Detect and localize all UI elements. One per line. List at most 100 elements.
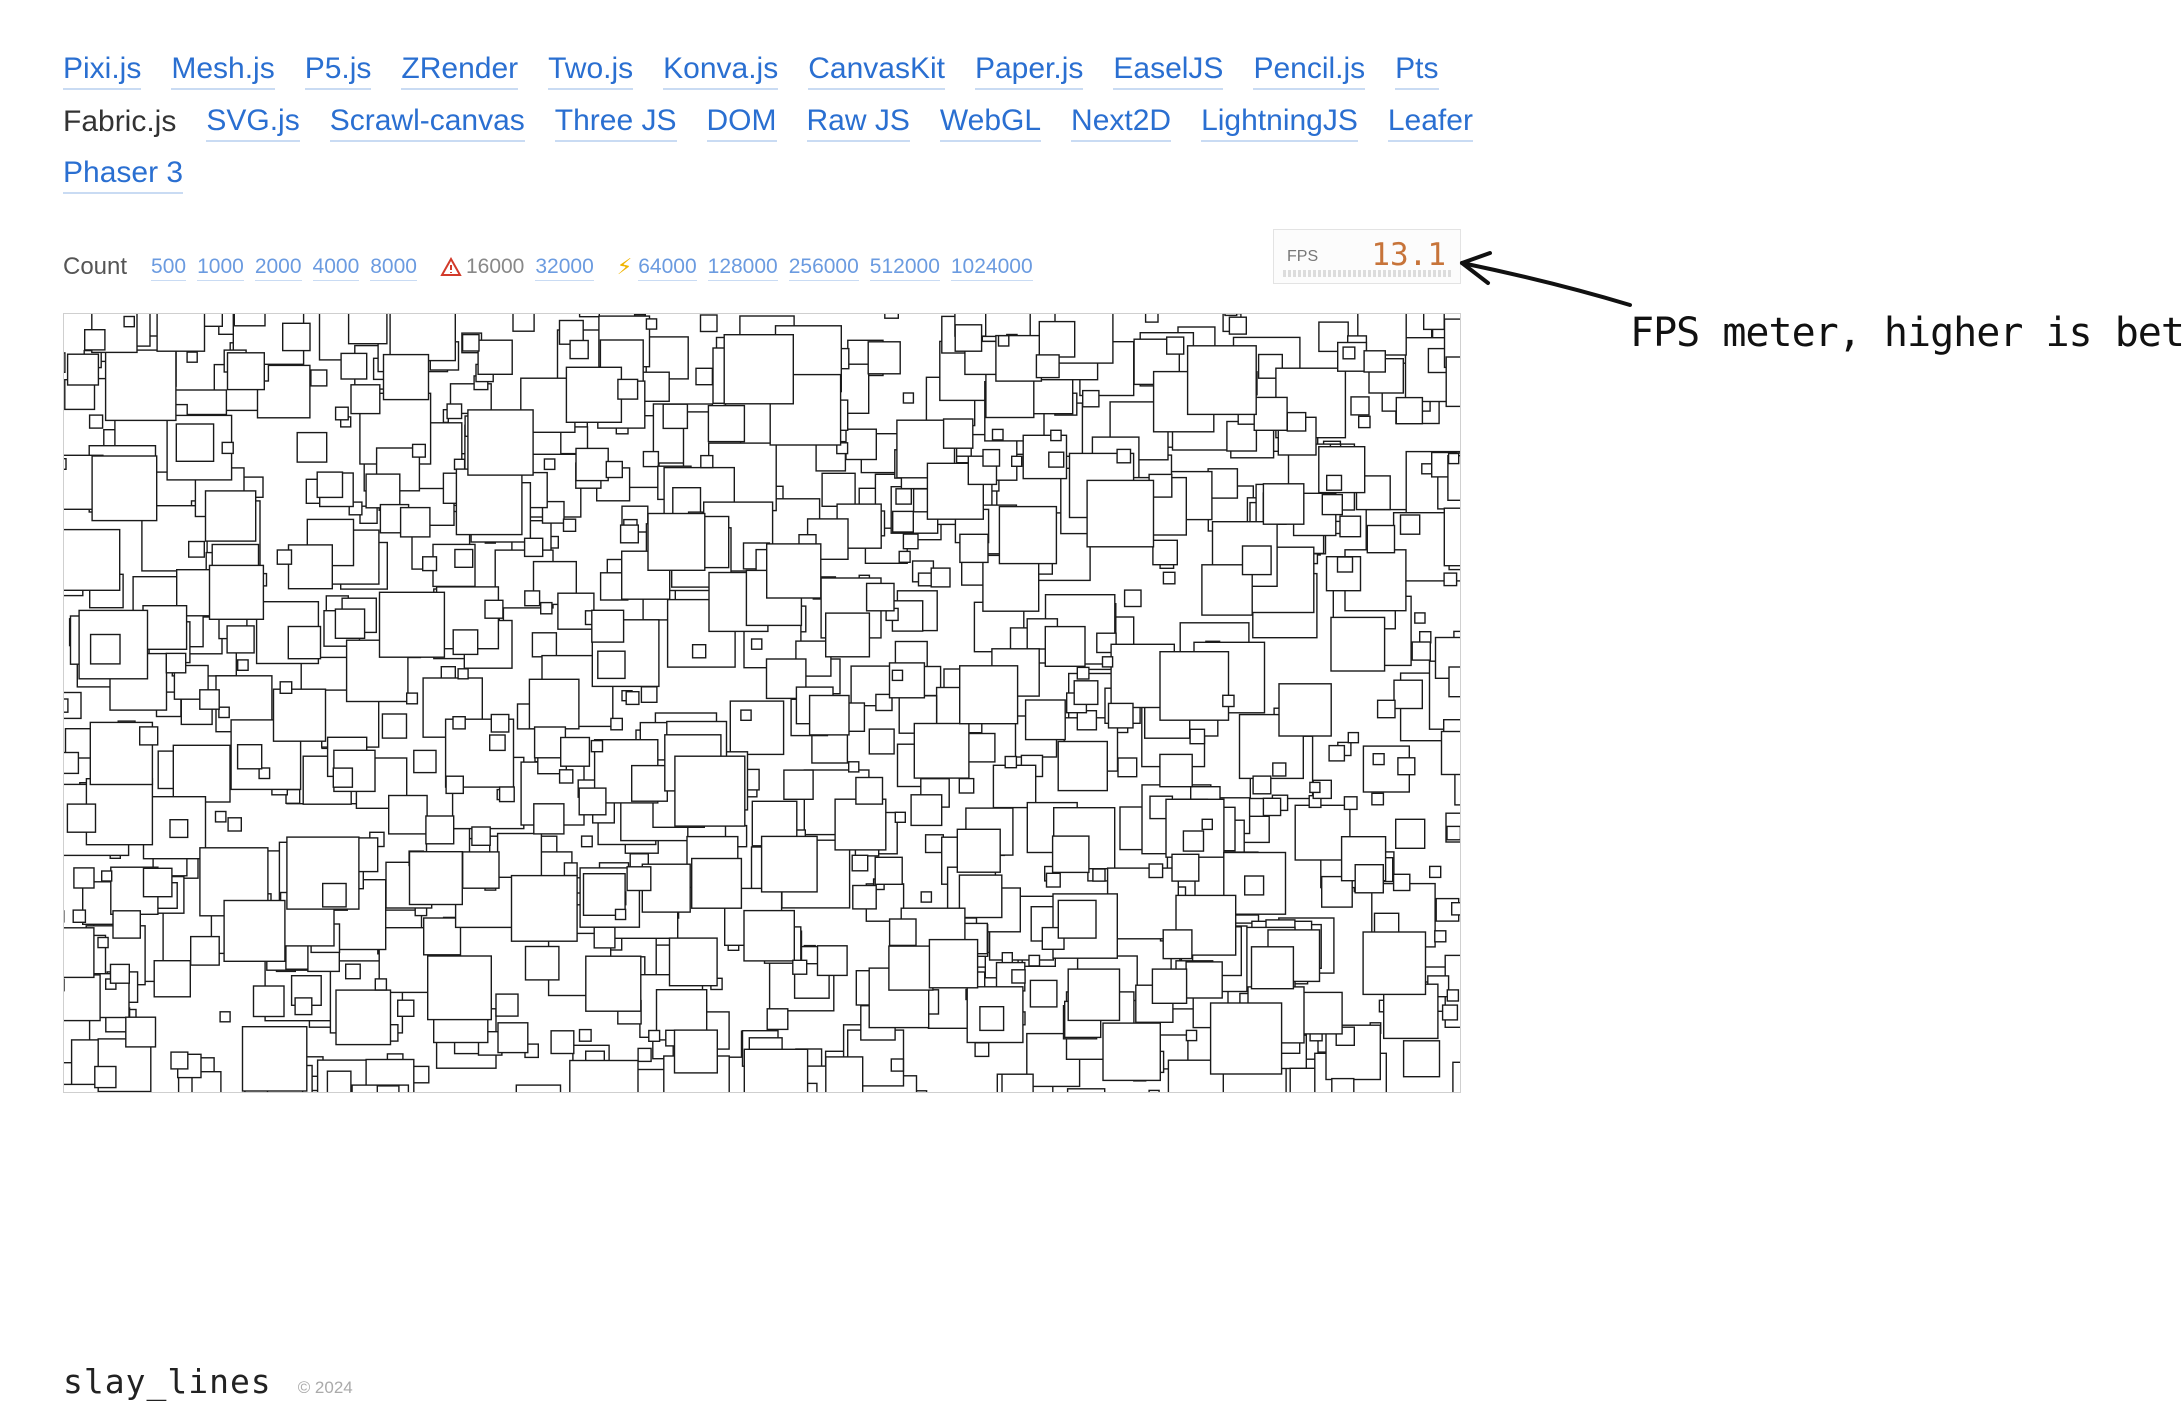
count-option[interactable]: 2000 (254, 254, 302, 281)
square-shape (279, 681, 293, 694)
square-shape (845, 428, 877, 461)
square-shape (610, 717, 624, 731)
square-shape (874, 856, 903, 885)
nav-link[interactable]: Phaser 3 (63, 154, 184, 194)
square-shape (258, 767, 271, 780)
nav-link[interactable]: DOM (706, 102, 777, 142)
nav-link[interactable]: Next2D (1071, 102, 1172, 142)
nav-link[interactable]: Leafer (1387, 102, 1473, 142)
nav-link[interactable]: Pts (1395, 50, 1439, 90)
count-option[interactable]: 500 (151, 254, 187, 281)
nav-link[interactable]: WebGL (939, 102, 1042, 142)
square-shape (381, 713, 408, 739)
square-shape (172, 744, 231, 803)
square-shape (1350, 396, 1370, 416)
nav-link[interactable]: P5.js (304, 50, 372, 90)
nav-link[interactable]: Pixi.js (63, 50, 142, 90)
count-option[interactable]: 64000 (638, 254, 697, 281)
square-shape (1067, 968, 1121, 1022)
square-shape (497, 1022, 529, 1054)
square-shape (1441, 1004, 1459, 1021)
nav-link[interactable]: SVG.js (206, 102, 300, 142)
square-shape (1371, 792, 1385, 806)
copyright: © 2024 (297, 1378, 353, 1397)
count-option[interactable]: 8000 (370, 254, 417, 281)
nav-link[interactable]: LightningJS (1201, 102, 1358, 142)
count-option[interactable]: 256000 (788, 254, 859, 281)
nav-link[interactable]: Konva.js (663, 50, 779, 90)
fps-value: 13.1 (1371, 237, 1446, 273)
square-shape (956, 828, 1001, 873)
nav-link[interactable]: Paper.js (974, 50, 1084, 90)
square-shape (1446, 825, 1460, 841)
square-shape (388, 794, 428, 835)
square-shape (563, 862, 578, 877)
nav-link[interactable]: ZRender (401, 50, 519, 90)
nav-link[interactable]: EaselJS (1113, 50, 1224, 90)
square-shape (1189, 728, 1206, 745)
square-shape (917, 572, 932, 587)
square-shape (1152, 539, 1179, 566)
nav-link[interactable]: Mesh.js (171, 50, 275, 90)
square-shape (1336, 556, 1354, 573)
count-option[interactable]: 4000 (312, 254, 360, 281)
square-shape (533, 803, 565, 835)
count-option[interactable]: 1024000 (950, 254, 1033, 281)
square-shape (958, 777, 975, 794)
square-shape (104, 349, 177, 422)
square-shape (979, 1006, 1005, 1032)
square-shape (316, 471, 344, 499)
square-shape (477, 339, 513, 375)
square-shape (524, 590, 541, 607)
square-shape (1443, 507, 1460, 567)
square-shape (528, 678, 580, 730)
square-shape (1445, 356, 1460, 408)
count-option[interactable]: 1000 (197, 254, 244, 281)
square-shape (913, 722, 970, 779)
count-option[interactable]: 128000 (707, 254, 778, 281)
square-shape (1201, 818, 1213, 831)
nav-link[interactable]: Scrawl-canvas (329, 102, 525, 142)
nav-link[interactable]: Two.js (548, 50, 634, 90)
square-shape (498, 786, 515, 803)
square-shape (1162, 929, 1193, 960)
square-shape (1272, 762, 1287, 777)
nav-link[interactable]: Raw JS (806, 102, 910, 142)
square-shape (73, 867, 95, 889)
square-shape (585, 955, 642, 1012)
count-option[interactable]: 32000 (535, 254, 594, 281)
square-shape (452, 716, 466, 730)
count-option[interactable]: 512000 (869, 254, 940, 281)
square-shape (928, 938, 979, 989)
square-shape (276, 549, 293, 565)
square-shape (691, 857, 743, 909)
square-shape (1362, 931, 1427, 996)
square-shape (825, 1056, 864, 1092)
footer: slay_lines © 2024 (63, 1362, 353, 1401)
square-shape (619, 524, 639, 544)
square-shape (1004, 755, 1018, 769)
fps-annotation: FPS meter, higher is better (1630, 310, 2182, 356)
square-shape (647, 512, 706, 571)
lightning-icon: ⚡ (616, 254, 633, 279)
square-shape (1028, 954, 1041, 967)
square-shape (376, 1085, 400, 1092)
square-shape (924, 834, 944, 854)
square-shape (1339, 515, 1362, 538)
square-shape (1397, 757, 1416, 776)
square-shape (427, 955, 493, 1021)
square-shape (637, 1047, 652, 1063)
square-shape (340, 352, 368, 380)
nav-link[interactable]: Three JS (554, 102, 677, 142)
square-shape (112, 910, 141, 939)
square-shape (64, 457, 67, 470)
square-shape (792, 959, 808, 975)
nav-link[interactable]: Pencil.js (1253, 50, 1366, 90)
square-shape (1159, 651, 1230, 721)
nav-link[interactable]: CanvasKit (808, 50, 945, 90)
square-shape (454, 548, 474, 568)
square-shape (285, 788, 301, 805)
square-shape (142, 605, 188, 651)
square-shape (1209, 1002, 1283, 1075)
square-shape (631, 764, 669, 802)
